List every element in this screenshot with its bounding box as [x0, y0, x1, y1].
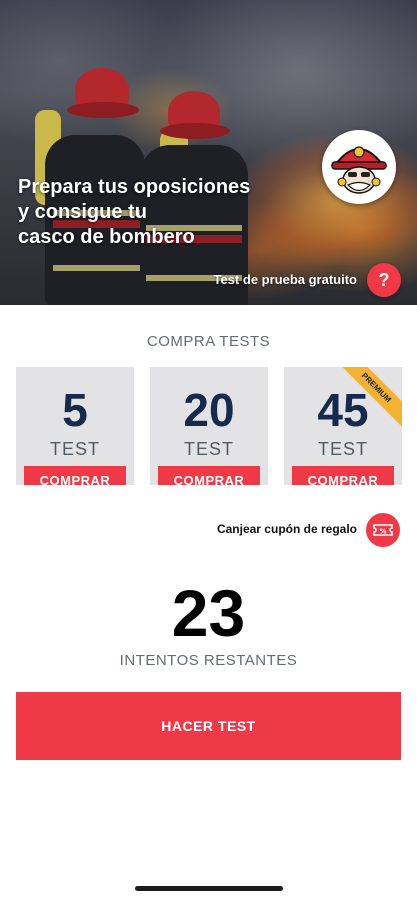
hero-title: Prepara tus oposiciones y consigue tu ca…: [18, 175, 318, 250]
home-indicator[interactable]: [135, 886, 283, 891]
question-mark-icon[interactable]: ?: [367, 263, 401, 297]
section-title: COMPRA TESTS: [146, 333, 271, 350]
hero-banner: Prepara tus oposiciones y consigue tu ca…: [0, 0, 417, 305]
discount-ticket-icon[interactable]: %: [366, 513, 400, 547]
hero-title-line: y consigue tu: [18, 201, 147, 223]
pack-card: PREMIUM 45 TEST COMPRAR: [284, 367, 402, 485]
pack-card: 20 TEST COMPRAR: [150, 367, 268, 485]
attempts-count: 23: [171, 576, 246, 650]
pack-unit: TEST: [49, 439, 100, 459]
coupon-label[interactable]: Canjear cupón de regalo: [217, 522, 357, 536]
pack-count: 20: [183, 384, 235, 436]
free-test-row[interactable]: Test de prueba gratuito ?: [0, 263, 417, 297]
pack-unit: TEST: [317, 439, 368, 459]
pack-count: 5: [62, 384, 88, 436]
pack-unit: TEST: [183, 439, 234, 459]
pack-card: 5 TEST COMPRAR: [16, 367, 134, 485]
attempts-label: INTENTOS RESTANTES: [119, 652, 298, 669]
start-test-button[interactable]: HACER TEST: [16, 692, 401, 760]
help-glyph: ?: [378, 270, 390, 290]
buy-button[interactable]: COMPRAR: [292, 466, 394, 485]
buy-button[interactable]: COMPRAR: [158, 466, 260, 485]
free-test-label[interactable]: Test de prueba gratuito: [214, 272, 358, 287]
pack-count: 45: [317, 384, 369, 436]
hero-title-line: Prepara tus oposiciones: [18, 176, 251, 198]
buy-button[interactable]: COMPRAR: [24, 466, 126, 485]
coupon-glyph: %: [379, 528, 386, 536]
hero-title-line: casco de bombero: [18, 226, 195, 248]
firefighter-mascot-logo: [322, 130, 396, 204]
